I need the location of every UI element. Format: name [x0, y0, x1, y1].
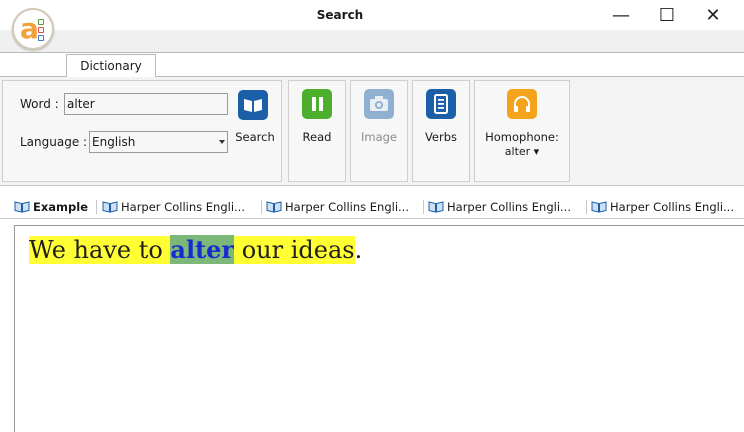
- tab-harper-collins-3[interactable]: Harper Collins Engli...: [428, 198, 571, 216]
- tab-harper-collins-4[interactable]: Harper Collins Engli...: [591, 198, 734, 216]
- tab-label: Harper Collins Engli...: [610, 200, 734, 214]
- tab-divider: [96, 200, 97, 214]
- title-bar: Search — ☐ ✕: [0, 0, 744, 30]
- tab-divider: [586, 200, 587, 214]
- close-button[interactable]: ✕: [690, 0, 736, 30]
- tab-divider: [423, 200, 424, 214]
- example-sentence: We have to alter our ideas.: [29, 234, 362, 266]
- sentence-period: .: [354, 236, 363, 264]
- logo-square-icon: [38, 35, 44, 41]
- book-icon: [428, 200, 444, 213]
- close-icon: ✕: [705, 4, 721, 26]
- verbs-label: Verbs: [424, 130, 458, 144]
- language-value: English: [92, 135, 136, 149]
- camera-icon: [364, 89, 394, 119]
- pause-icon: [302, 89, 332, 119]
- language-label: Language :: [20, 135, 88, 149]
- read-label: Read: [302, 130, 332, 144]
- search-label: Search: [235, 130, 275, 144]
- minimize-button[interactable]: —: [598, 0, 644, 30]
- ribbon-tab-strip: [0, 30, 744, 53]
- maximize-icon: ☐: [658, 4, 676, 26]
- book-icon: [266, 200, 282, 213]
- sentence-end: our ideas: [234, 236, 355, 264]
- word-label: Word :: [20, 97, 59, 111]
- tab-harper-collins-1[interactable]: Harper Collins Engli...: [102, 198, 245, 216]
- window-title: Search: [316, 8, 364, 22]
- word-input[interactable]: alter: [64, 93, 228, 115]
- book-icon: [14, 200, 30, 213]
- tab-label: Example: [33, 200, 88, 214]
- tab-example[interactable]: Example: [14, 198, 88, 216]
- highlighted-word: alter: [170, 235, 235, 264]
- tab-harper-collins-2[interactable]: Harper Collins Engli...: [266, 198, 409, 216]
- list-icon: [426, 89, 456, 119]
- sentence-start: We have to: [29, 236, 171, 264]
- tab-divider: [261, 200, 262, 214]
- homophone-value: alter ▾: [504, 145, 540, 158]
- headphones-icon: [507, 89, 537, 119]
- tab-dictionary[interactable]: Dictionary: [66, 54, 156, 77]
- app-logo-letter-icon: a: [20, 12, 39, 45]
- minimize-icon: —: [612, 4, 630, 26]
- maximize-button[interactable]: ☐: [644, 0, 690, 30]
- app-logo[interactable]: a: [12, 8, 54, 50]
- example-content-pane[interactable]: We have to alter our ideas.: [14, 225, 744, 432]
- tab-label: Harper Collins Engli...: [447, 200, 571, 214]
- tab-label: Harper Collins Engli...: [285, 200, 409, 214]
- chevron-down-icon: [219, 140, 225, 144]
- book-icon: [591, 200, 607, 213]
- image-label: Image: [360, 130, 398, 144]
- homophone-label: Homophone:: [485, 130, 559, 144]
- tab-label: Harper Collins Engli...: [121, 200, 245, 214]
- search-window: Search — ☐ ✕ a Dictionary Word : alter L…: [0, 0, 744, 432]
- logo-square-icon: [38, 27, 44, 33]
- language-select[interactable]: English: [89, 131, 228, 153]
- book-icon: [102, 200, 118, 213]
- book-open-icon: [238, 90, 268, 120]
- result-tabs: Example Harper Collins Engli... Harper C…: [0, 194, 744, 219]
- logo-square-icon: [38, 19, 44, 25]
